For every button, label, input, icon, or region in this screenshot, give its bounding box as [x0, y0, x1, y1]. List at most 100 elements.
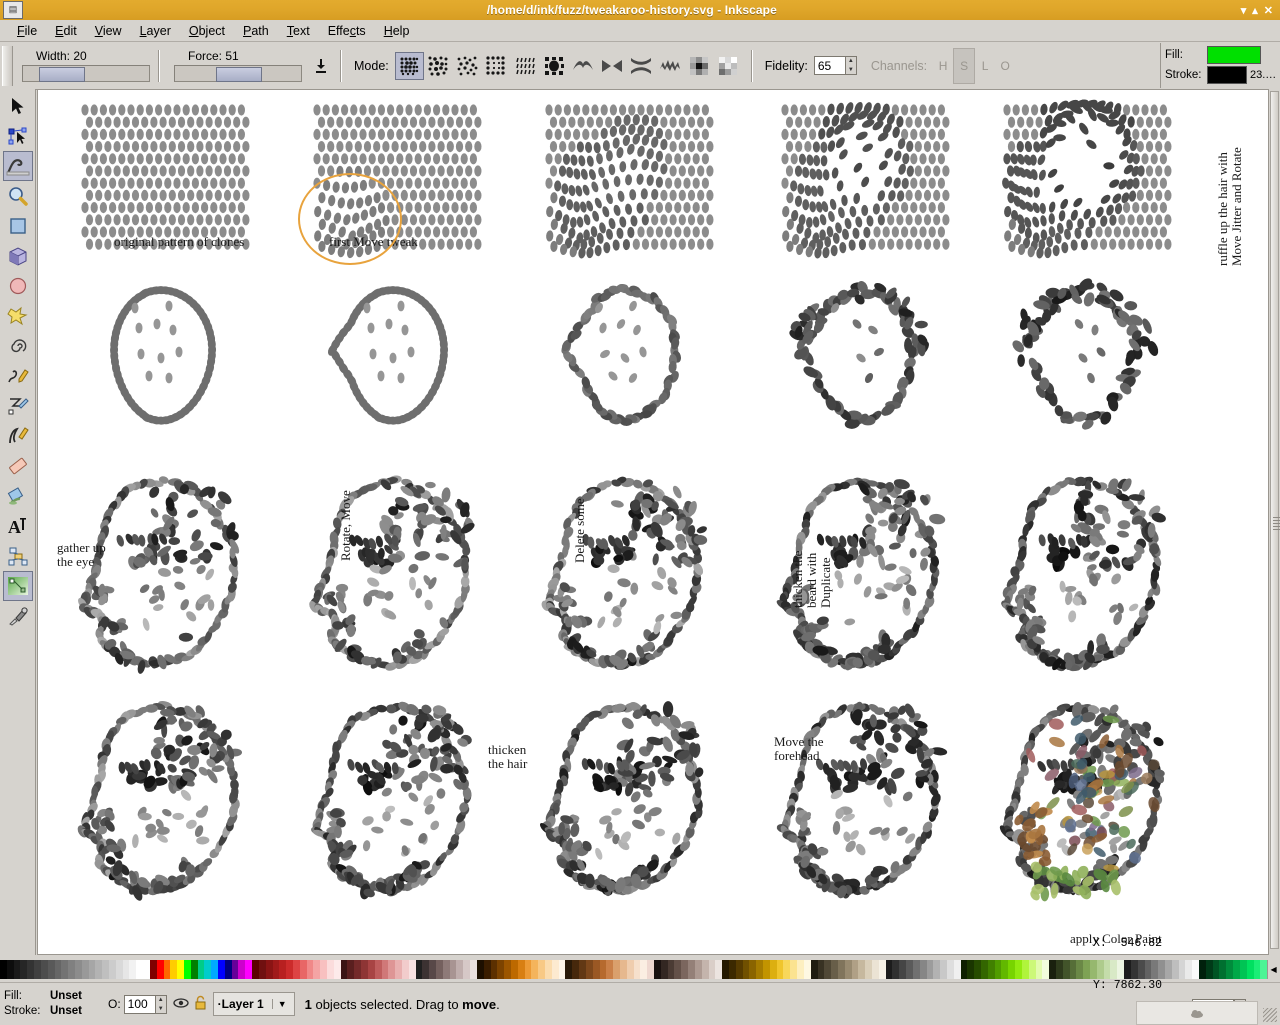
palette-swatch[interactable] [558, 960, 566, 979]
width-slider[interactable] [22, 65, 150, 82]
palette-swatch[interactable] [933, 960, 941, 979]
palette-swatch[interactable] [831, 960, 838, 979]
palette-swatch[interactable] [476, 960, 484, 979]
palette-swatch[interactable] [851, 960, 859, 979]
palette-swatch[interactable] [545, 960, 552, 979]
palette-swatch[interactable] [1035, 960, 1043, 979]
palette-swatch[interactable] [429, 960, 436, 979]
palette-swatch[interactable] [61, 960, 69, 979]
palette-swatch[interactable] [579, 960, 586, 979]
palette-swatch[interactable] [837, 960, 845, 979]
channel-l-button[interactable]: L [975, 59, 995, 73]
palette-swatch[interactable] [619, 960, 627, 979]
menu-edit[interactable]: Edit [46, 22, 86, 40]
palette-swatch[interactable] [974, 960, 981, 979]
force-slider[interactable] [174, 65, 302, 82]
palette-swatch[interactable] [313, 960, 321, 979]
mode-shrink-grow-button[interactable] [598, 52, 627, 80]
spiral-tool[interactable] [3, 331, 33, 361]
mode-move-in-out-button[interactable] [424, 52, 453, 80]
palette-swatch[interactable] [286, 960, 293, 979]
palette-swatch[interactable] [565, 960, 573, 979]
palette-swatch[interactable] [742, 960, 750, 979]
star-tool[interactable] [3, 301, 33, 331]
palette-swatch[interactable] [347, 960, 355, 979]
mode-push-parts-button[interactable] [569, 52, 598, 80]
fidelity-input[interactable] [813, 56, 845, 75]
palette-swatch[interactable] [333, 960, 341, 979]
palette-swatch[interactable] [54, 960, 62, 979]
palette-swatch[interactable] [510, 960, 518, 979]
palette-swatch[interactable] [163, 960, 171, 979]
palette-swatch[interactable] [817, 960, 825, 979]
menu-object[interactable]: Object [180, 22, 234, 40]
palette-swatch[interactable] [1219, 960, 1227, 979]
palette-swatch[interactable] [381, 960, 389, 979]
palette-swatch[interactable] [0, 960, 7, 979]
menu-help[interactable]: Help [375, 22, 419, 40]
mode-move-jitter-button[interactable] [453, 52, 482, 80]
palette-swatch[interactable] [756, 960, 763, 979]
mode-paint-color-button[interactable] [685, 52, 714, 80]
mode-attract-repel-button[interactable] [627, 52, 656, 80]
chevron-down-icon[interactable]: ▼ [271, 999, 292, 1009]
palette-swatch[interactable] [109, 960, 116, 979]
paint-bucket-tool[interactable] [3, 481, 33, 511]
palette-swatch[interactable] [769, 960, 777, 979]
palette-swatch[interactable] [865, 960, 872, 979]
palette-swatch[interactable] [803, 960, 811, 979]
palette-swatch[interactable] [231, 960, 239, 979]
palette-swatch[interactable] [994, 960, 1002, 979]
palette-swatch[interactable] [626, 960, 634, 979]
pencil-tool[interactable] [3, 361, 33, 391]
palette-swatch[interactable] [6, 960, 14, 979]
palette-swatch[interactable] [422, 960, 430, 979]
palette-swatch[interactable] [592, 960, 600, 979]
palette-swatch[interactable] [102, 960, 109, 979]
palette-swatch[interactable] [919, 960, 927, 979]
palette-swatch[interactable] [1069, 960, 1077, 979]
palette-swatch[interactable] [143, 960, 150, 979]
calligraphy-tool[interactable] [3, 421, 33, 451]
fill-color-swatch[interactable] [1207, 46, 1261, 64]
palette-swatch[interactable] [551, 960, 559, 979]
palette-swatch[interactable] [292, 960, 300, 979]
palette-swatch[interactable] [940, 960, 947, 979]
bezier-pen-tool[interactable] [3, 391, 33, 421]
palette-swatch[interactable] [1164, 960, 1172, 979]
palette-scroll-left-arrow[interactable]: ◀ [1267, 960, 1280, 979]
palette-swatch[interactable] [1001, 960, 1009, 979]
canvas-vertical-scrollbar[interactable] [1268, 89, 1280, 955]
palette-swatch[interactable] [810, 960, 818, 979]
channel-h-button[interactable]: H [933, 59, 953, 73]
palette-swatch[interactable] [715, 960, 723, 979]
palette-swatch[interactable] [899, 960, 907, 979]
dropper-tool[interactable] [3, 601, 33, 631]
palette-swatch[interactable] [442, 960, 450, 979]
palette-swatch[interactable] [129, 960, 137, 979]
mode-move-objects-button[interactable] [394, 51, 424, 80]
fidelity-stepper[interactable]: ▲ ▼ [844, 56, 857, 75]
palette-swatch[interactable] [340, 960, 348, 979]
palette-swatch[interactable] [926, 960, 934, 979]
palette-swatch[interactable] [1199, 960, 1206, 979]
palette-swatch[interactable] [708, 960, 716, 979]
status-stroke-value[interactable]: Unset [50, 1004, 82, 1019]
stroke-color-swatch[interactable] [1207, 66, 1247, 84]
palette-swatch[interactable] [40, 960, 48, 979]
palette-swatch[interactable] [654, 960, 661, 979]
close-button[interactable]: ✕ [1264, 4, 1273, 17]
tweak-tool[interactable] [2, 151, 33, 181]
palette-swatch[interactable] [749, 960, 757, 979]
palette-swatch[interactable] [1028, 960, 1036, 979]
palette-swatch[interactable] [497, 960, 505, 979]
palette-swatch[interactable] [688, 960, 695, 979]
palette-swatch[interactable] [912, 960, 920, 979]
palette-swatch[interactable] [415, 960, 423, 979]
palette-swatch[interactable] [946, 960, 954, 979]
resize-grip[interactable] [1263, 1008, 1277, 1022]
palette-swatch[interactable] [517, 960, 525, 979]
palette-swatch[interactable] [34, 960, 41, 979]
opacity-spinner[interactable]: ▲▼ [123, 994, 167, 1014]
palette-swatch[interactable] [1076, 960, 1084, 979]
